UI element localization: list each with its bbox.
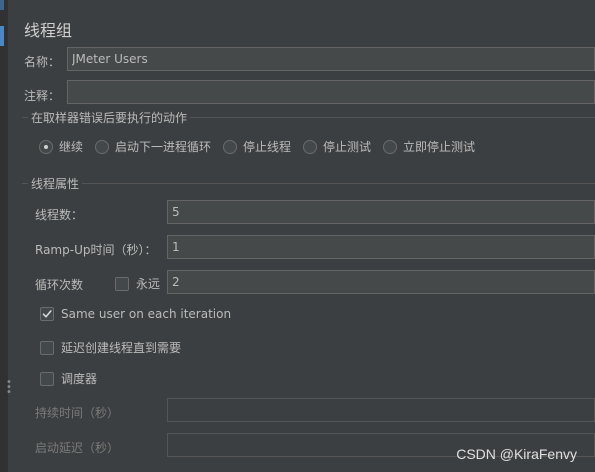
radio-continue[interactable]: 继续 [39, 138, 83, 155]
radio-stop-thread[interactable]: 停止线程 [223, 138, 291, 155]
name-input[interactable] [67, 47, 595, 71]
checkmark-icon [42, 310, 52, 318]
left-sidebar-strip [0, 0, 8, 472]
left-selection-marker [0, 26, 4, 46]
page-title: 线程组 [24, 21, 73, 40]
error-action-group-title: 在取样器错误后要执行的动作 [28, 109, 191, 126]
radio-continue-label: 继续 [59, 140, 84, 154]
watermark: CSDN @KiraFenvy [456, 446, 577, 462]
radio-stop-test-now[interactable]: 立即停止测试 [383, 138, 475, 155]
forever-checkbox-item[interactable]: 永远 [115, 275, 160, 292]
thread-props-group-border [22, 183, 595, 184]
loop-count-label: 循环次数 [35, 278, 84, 292]
forever-checkbox[interactable] [115, 276, 129, 291]
splitter-handle-icon[interactable]: • • • [6, 378, 12, 398]
radio-start-next-loop-indicator[interactable] [95, 139, 109, 154]
rampup-label: Ramp-Up时间（秒）： [35, 243, 157, 257]
forever-label: 永远 [136, 277, 161, 291]
scheduler-checkbox[interactable] [40, 371, 54, 386]
radio-stop-test-now-indicator[interactable] [383, 139, 397, 154]
radio-stop-thread-indicator[interactable] [223, 139, 237, 154]
same-user-checkbox-item[interactable]: Same user on each iteration [40, 307, 231, 321]
rampup-input[interactable] [167, 235, 595, 259]
radio-continue-indicator[interactable] [39, 139, 53, 154]
radio-stop-test-indicator[interactable] [303, 139, 317, 154]
name-label: 名称： [24, 55, 61, 69]
scheduler-label: 调度器 [61, 372, 98, 386]
left-selection-marker-top [0, 0, 4, 10]
comment-label: 注释： [24, 89, 61, 103]
duration-input[interactable] [167, 398, 595, 422]
startup-delay-label: 启动延迟（秒） [35, 441, 120, 455]
delay-create-label: 延迟创建线程直到需要 [61, 341, 182, 355]
delay-create-checkbox-item[interactable]: 延迟创建线程直到需要 [40, 339, 181, 356]
scheduler-checkbox-item[interactable]: 调度器 [40, 370, 97, 387]
same-user-label: Same user on each iteration [61, 307, 232, 321]
radio-stop-test-label: 停止测试 [323, 140, 372, 154]
threads-input[interactable] [167, 200, 595, 224]
threads-label: 线程数： [35, 208, 84, 222]
radio-stop-thread-label: 停止线程 [243, 140, 292, 154]
same-user-checkbox[interactable] [40, 307, 54, 321]
comment-input[interactable] [67, 80, 595, 104]
delay-create-checkbox[interactable] [40, 340, 54, 355]
thread-props-group-title: 线程属性 [28, 175, 83, 192]
radio-start-next-loop-label: 启动下一进程循环 [115, 140, 212, 154]
loop-count-input[interactable] [167, 270, 595, 294]
duration-label: 持续时间（秒） [35, 406, 120, 420]
radio-stop-test-now-label: 立即停止测试 [403, 140, 476, 154]
radio-stop-test[interactable]: 停止测试 [303, 138, 371, 155]
radio-start-next-loop[interactable]: 启动下一进程循环 [95, 138, 211, 155]
